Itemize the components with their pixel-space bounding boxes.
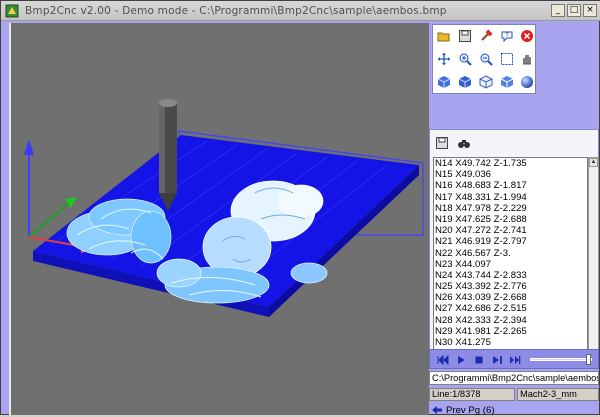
playback-bar: [429, 349, 599, 369]
save-code-icon[interactable]: [434, 135, 450, 151]
window-title: Bmp2Cnc v2.00 - Demo mode - C:\Programmi…: [25, 4, 447, 17]
cube-iso-3-icon[interactable]: [478, 74, 493, 89]
line-counter: Line:1/8378: [429, 388, 515, 401]
sphere-icon[interactable]: [519, 74, 534, 89]
pan-arrows-icon[interactable]: [436, 51, 451, 66]
hammer-icon[interactable]: [478, 28, 493, 43]
gcode-line[interactable]: N21 X46.919 Z-2.797: [434, 236, 587, 247]
gcode-line[interactable]: N20 X47.272 Z-2.741: [434, 225, 587, 236]
gcode-line[interactable]: N16 X48.683 Z-1.817: [434, 180, 587, 191]
gcode-panel: N14 X49.742 Z-1.735 N15 X49.036 N16 X48.68…: [429, 129, 599, 365]
help-icon[interactable]: ?: [499, 28, 514, 43]
slider-thumb[interactable]: [586, 354, 592, 365]
close-icon[interactable]: [519, 28, 534, 43]
step-icon[interactable]: [490, 353, 503, 366]
gcode-line[interactable]: N25 X43.392 Z-2.776: [434, 281, 587, 292]
gcode-line[interactable]: N27 X42.686 Z-2.515: [434, 303, 587, 314]
find-icon[interactable]: [456, 135, 472, 151]
maximize-button[interactable]: □: [567, 4, 581, 17]
gcode-line[interactable]: N22 X46.567 Z-3.: [434, 248, 587, 259]
view-toolbox: ?: [432, 24, 536, 94]
first-icon[interactable]: [436, 353, 449, 366]
close-button[interactable]: ×: [583, 4, 597, 17]
prev-page-label: Prev Pg (6): [446, 404, 495, 416]
gcode-line[interactable]: N29 X41.981 Z-2.265: [434, 326, 587, 337]
hand-icon[interactable]: [519, 51, 534, 66]
arrow-left-icon: [432, 406, 442, 414]
3d-viewport[interactable]: [9, 23, 429, 415]
zoom-in-icon[interactable]: [457, 51, 472, 66]
scroll-up-arrow-icon[interactable]: ▲: [589, 158, 598, 167]
app-window: Bmp2Cnc v2.00 - Demo mode - C:\Programmi…: [0, 0, 600, 416]
gcode-line[interactable]: N30 X41.275: [434, 337, 587, 348]
save-icon[interactable]: [457, 28, 472, 43]
last-icon[interactable]: [508, 353, 521, 366]
gcode-line[interactable]: N26 X43.039 Z-2.668: [434, 292, 587, 303]
toolpath-render: [24, 99, 424, 317]
gcode-line[interactable]: N17 X48.331 Z-1.994: [434, 192, 587, 203]
machine-label: Mach2-3_mm: [517, 388, 599, 401]
nc-file-path: C:\Programmi\Bmp2Cnc\sample\aembos.nc: [429, 371, 599, 385]
title-bar[interactable]: Bmp2Cnc v2.00 - Demo mode - C:\Programmi…: [1, 1, 600, 21]
gcode-line[interactable]: N18 X47.978 Z-2.229: [434, 203, 587, 214]
stop-icon[interactable]: [472, 353, 485, 366]
zoom-out-icon[interactable]: [478, 51, 493, 66]
minimize-button[interactable]: _: [551, 4, 565, 17]
gcode-line[interactable]: N23 X44.097: [434, 259, 587, 270]
cube-iso-2-icon[interactable]: [457, 74, 472, 89]
zoom-window-icon[interactable]: [499, 51, 514, 66]
playback-slider[interactable]: [530, 354, 592, 365]
gcode-scrollbar[interactable]: ▲ ▼: [588, 157, 599, 362]
gcode-list[interactable]: N14 X49.742 Z-1.735 N15 X49.036 N16 X48.68…: [433, 157, 588, 362]
gcode-line[interactable]: N28 X42.333 Z-2.394: [434, 315, 587, 326]
app-icon: [5, 4, 19, 17]
gcode-line[interactable]: N15 X49.036: [434, 169, 587, 180]
gcode-line[interactable]: N24 X43.744 Z-2.833: [434, 270, 587, 281]
gcode-line[interactable]: N19 X47.625 Z-2.688: [434, 214, 587, 225]
open-folder-icon[interactable]: [436, 28, 451, 43]
play-icon[interactable]: [454, 353, 467, 366]
gcode-line[interactable]: N14 X49.742 Z-1.735: [434, 158, 587, 169]
cube-iso-1-icon[interactable]: [436, 74, 451, 89]
right-panel: ? N14 X49.742 Z-1.735 N15 X49.036 N16 X4…: [429, 21, 600, 416]
cube-iso-4-icon[interactable]: [499, 74, 514, 89]
